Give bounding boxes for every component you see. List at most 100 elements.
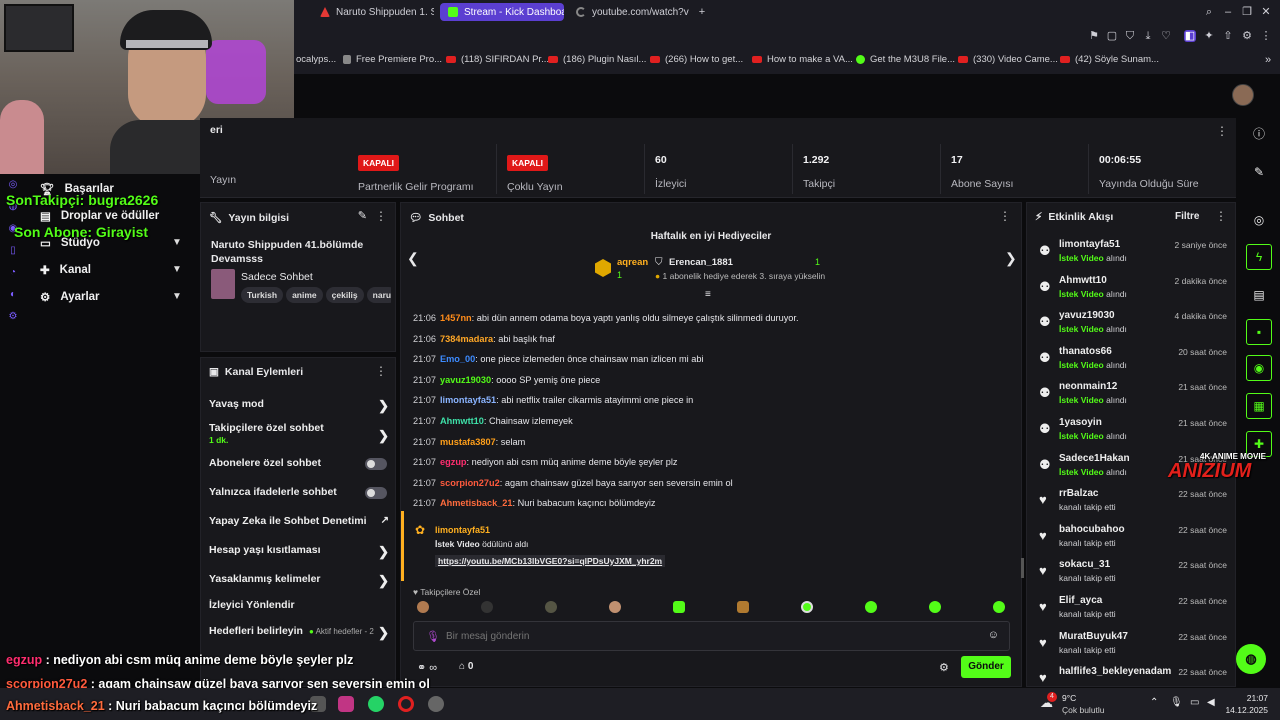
bookmark-icon[interactable]: ⚑ bbox=[1088, 30, 1100, 42]
activity-item[interactable]: ♥ bahocubahoo kanalı takip etti 22 saat önc… bbox=[1037, 522, 1227, 556]
settings-icon[interactable]: ⚙ bbox=[1241, 30, 1253, 42]
viewer-redirect-row[interactable]: İzleyici Yönlendir bbox=[209, 599, 389, 611]
menu-icon[interactable]: ⋮ bbox=[1260, 30, 1272, 42]
broadcast-icon[interactable]: ◉ bbox=[1246, 355, 1272, 381]
chat-username[interactable]: yavuz19030 bbox=[440, 375, 491, 385]
volume-icon[interactable]: ◀ bbox=[1207, 697, 1215, 708]
opera-icon[interactable] bbox=[398, 696, 414, 712]
chevron-right-icon[interactable]: ❯ bbox=[1005, 250, 1017, 267]
scrollbar[interactable] bbox=[1021, 558, 1024, 578]
people-icon[interactable]: ◐ bbox=[6, 284, 20, 306]
activity-item[interactable]: ⚉ neonmain12 İstek Video alındı 21 saat önc… bbox=[1037, 379, 1227, 413]
activity-item[interactable]: ⚉ Ahmwtt10 İstek Video alındı 2 dakika önce bbox=[1037, 273, 1227, 307]
banned-words-row[interactable]: Yasaklanmış kelimeler ❯ bbox=[209, 573, 389, 588]
chat-username[interactable]: scorpion27u2 bbox=[440, 478, 500, 488]
download-icon[interactable]: ⤓ bbox=[1142, 30, 1154, 42]
activity-item[interactable]: ⚉ yavuz19030 İstek Video alındı 4 dakika ön… bbox=[1037, 308, 1227, 342]
instagram-icon[interactable] bbox=[338, 696, 354, 712]
avatar[interactable] bbox=[1232, 84, 1254, 106]
infinity-icon[interactable]: ⚭ ∞ bbox=[417, 661, 437, 674]
more-icon[interactable]: ⋮ bbox=[1215, 209, 1227, 223]
more-icon[interactable]: ⋮ bbox=[375, 209, 387, 223]
emote-icon[interactable] bbox=[481, 601, 493, 613]
chat-username[interactable]: Emo_00 bbox=[440, 354, 475, 364]
more-bookmarks-icon[interactable]: » bbox=[1262, 54, 1274, 66]
followers-only-row[interactable]: Takipçilere özel sohbet 1 dk. ❯ bbox=[209, 422, 389, 445]
activity-item[interactable]: ⚉ thanatos66 İstek Video alındı 20 saat önc… bbox=[1037, 344, 1227, 378]
emote-icon[interactable] bbox=[801, 601, 813, 613]
emote-icon[interactable] bbox=[865, 601, 877, 613]
more-icon[interactable]: ⋮ bbox=[1216, 124, 1228, 138]
bookmark-item[interactable]: (330) Video Came... bbox=[958, 54, 1058, 65]
share-icon[interactable]: ⇧ bbox=[1222, 30, 1234, 42]
ai-moderation-row[interactable]: Yapay Zeka ile Sohbet Denetimi ↗ bbox=[209, 515, 389, 527]
gear-icon[interactable]: ⚙ bbox=[6, 306, 20, 328]
chat-username[interactable]: limontayfa51 bbox=[440, 395, 496, 405]
activity-item[interactable]: ♥ sokacu_31 kanalı takip etti 22 saat önce bbox=[1037, 557, 1227, 591]
goals-row[interactable]: Hedefleri belirleyin ● Aktif hedefler - 2… bbox=[209, 625, 389, 640]
new-tab-icon[interactable]: + bbox=[696, 6, 708, 18]
account-age-row[interactable]: Hesap yaşı kısıtlaması ❯ bbox=[209, 544, 389, 559]
emote-icon[interactable] bbox=[993, 601, 1005, 613]
emote-icon[interactable] bbox=[673, 601, 685, 613]
sidebar-item-settings[interactable]: ⚙ Ayarlar bbox=[40, 290, 100, 304]
chevron-down-icon[interactable]: ▼ bbox=[172, 264, 182, 275]
chat-username[interactable]: Ahmwtt10 bbox=[440, 416, 484, 426]
sidebar-item-channel[interactable]: ✚ Kanal bbox=[40, 263, 91, 277]
bookmark-item[interactable]: ocalyps... bbox=[296, 54, 336, 65]
chevron-down-icon[interactable]: ▼ bbox=[172, 291, 182, 302]
chat-input-box[interactable]: 🎙︎ ☺ bbox=[413, 621, 1010, 651]
emote-icon[interactable] bbox=[545, 601, 557, 613]
emoji-icon[interactable]: ☺ bbox=[988, 629, 999, 641]
activity-item[interactable]: ⚉ limontayfa51 İstek Video alındı 2 saniye … bbox=[1037, 237, 1227, 271]
clock-icon[interactable]: ◔ bbox=[6, 262, 20, 284]
chevron-left-icon[interactable]: ❮ bbox=[407, 250, 419, 267]
heart-icon[interactable]: ♡ bbox=[1160, 30, 1172, 42]
emote-icon[interactable] bbox=[929, 601, 941, 613]
document-icon[interactable]: ▤ bbox=[1250, 286, 1268, 304]
sidebar-icon[interactable]: ◧ bbox=[1184, 30, 1196, 42]
send-button[interactable]: Gönder bbox=[961, 656, 1011, 678]
emotes-only-row[interactable]: Yalnızca ifadelerle sohbet bbox=[209, 486, 389, 499]
chat-username[interactable]: 7384madara bbox=[440, 334, 493, 344]
bookmark-item[interactable]: How to make a VA... bbox=[752, 54, 853, 65]
bookmark-item[interactable]: Free Premiere Pro... bbox=[343, 54, 442, 65]
chat-bubble-icon[interactable]: ▪ bbox=[1246, 319, 1272, 345]
chevron-up-icon[interactable]: ⌃ bbox=[1150, 697, 1158, 708]
lightning-icon[interactable]: ϟ bbox=[1246, 244, 1272, 270]
activity-item[interactable]: ♥ MuratBuyuk47 kanalı takip etti 22 saat ön… bbox=[1037, 629, 1227, 663]
bookmark-item[interactable]: (118) SIFIRDAN Pr... bbox=[446, 54, 549, 65]
microphone-icon[interactable]: 🎙︎ bbox=[1170, 697, 1183, 708]
filter-button[interactable]: Filtre bbox=[1175, 211, 1199, 222]
layout-icon[interactable]: ▦ bbox=[1246, 393, 1272, 419]
activity-item[interactable]: ♥ rrBalzac kanalı takip etti 22 saat önce bbox=[1037, 486, 1227, 520]
subs-only-row[interactable]: Abonelere özel sohbet bbox=[209, 457, 389, 470]
info-icon[interactable]: ⓘ bbox=[1250, 125, 1268, 143]
sidebar-item-drops[interactable]: ▤ Droplar ve ödüller bbox=[40, 209, 159, 223]
close-window-icon[interactable]: ✕ bbox=[1260, 6, 1272, 18]
microphone-icon[interactable]: 🎙︎ bbox=[426, 630, 440, 643]
whatsapp-icon[interactable] bbox=[368, 696, 384, 712]
edit-icon[interactable]: ✎ bbox=[1250, 163, 1268, 181]
subs-only-toggle[interactable] bbox=[365, 458, 387, 470]
slow-mode-row[interactable]: Yavaş mod ❯ bbox=[209, 398, 389, 413]
activity-item[interactable]: ⚉ 1yasoyin İstek Video alındı 21 saat önce bbox=[1037, 415, 1227, 449]
tab-youtube-watch[interactable]: youtube.com/watch?v ✕ bbox=[568, 3, 692, 21]
edit-icon[interactable]: ✎ bbox=[358, 209, 367, 222]
chat-input[interactable] bbox=[446, 628, 966, 644]
chat-username[interactable]: Ahmetisback_21 bbox=[440, 498, 513, 508]
obs-icon[interactable] bbox=[428, 696, 444, 712]
emote-icon[interactable] bbox=[737, 601, 749, 613]
shield-icon[interactable]: ⛉ bbox=[1124, 30, 1136, 42]
reward-link[interactable]: https://youtu.be/MCb13lbVGE0?si=qlPDsUyJ… bbox=[435, 555, 666, 567]
chat-username[interactable]: 1457nn bbox=[440, 313, 472, 323]
screenshot-icon[interactable]: ▢ bbox=[1106, 30, 1118, 42]
chevron-down-icon[interactable]: ▼ bbox=[172, 237, 182, 248]
bookmark-icon[interactable]: ▯ bbox=[6, 240, 20, 262]
bookmark-item[interactable]: (266) How to get... bbox=[650, 54, 743, 65]
bookmark-item[interactable]: (42) Söyle Sunam... bbox=[1060, 54, 1159, 65]
chat-username[interactable]: egzup bbox=[440, 457, 467, 467]
emote-icon[interactable] bbox=[609, 601, 621, 613]
display-icon[interactable]: ▭ bbox=[1190, 697, 1199, 708]
support-chat-icon[interactable]: ◍ bbox=[1236, 644, 1266, 674]
